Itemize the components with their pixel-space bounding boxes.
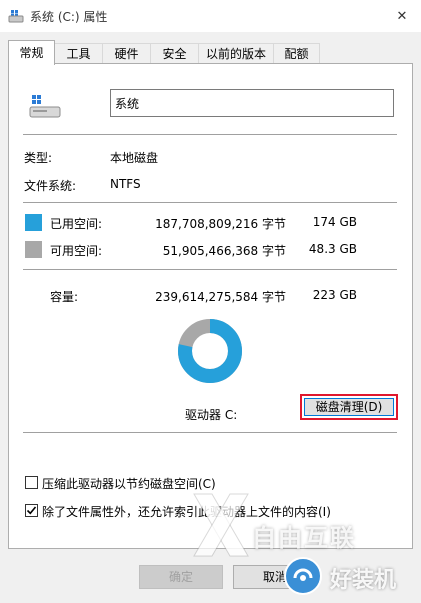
watermark-text: 自由互联 (252, 524, 356, 552)
watermark-text: 好装机 (330, 568, 397, 593)
type-label: 类型: (24, 151, 53, 165)
used-space-label: 已用空间: (50, 217, 103, 231)
index-checkbox[interactable] (25, 504, 38, 517)
drive-name-input[interactable] (110, 89, 394, 117)
free-space-label: 可用空间: (50, 244, 103, 258)
separator (23, 269, 397, 270)
used-space-size: 174 GB (312, 215, 357, 229)
disk-cleanup-button[interactable]: 磁盘清理(D) (304, 398, 394, 416)
watermark-x-logo (193, 493, 249, 557)
general-panel: 类型: 本地磁盘 文件系统: NTFS 已用空间: 187,708,809,21… (8, 63, 413, 549)
free-space-bytes: 51,905,466,368 字节 (162, 244, 286, 258)
tab-general[interactable]: 常规 (8, 40, 55, 65)
filesystem-label: 文件系统: (24, 179, 77, 193)
drive-icon (8, 10, 24, 23)
drive-icon (29, 95, 61, 118)
tab-previous-versions[interactable]: 以前的版本 (198, 43, 274, 64)
checkmark-icon (26, 506, 37, 515)
separator (23, 432, 397, 433)
free-space-swatch (25, 241, 42, 258)
title-bar: 系统 (C:) 属性 ✕ (0, 0, 421, 32)
window-title: 系统 (C:) 属性 (30, 10, 108, 24)
capacity-size: 223 GB (312, 288, 357, 302)
type-value: 本地磁盘 (110, 151, 159, 165)
disk-cleanup-highlight: 磁盘清理(D) (300, 394, 398, 420)
watermark-badge-icon (284, 557, 322, 595)
used-space-bytes: 187,708,809,216 字节 (155, 217, 286, 231)
free-space-size: 48.3 GB (308, 242, 357, 256)
filesystem-value: NTFS (110, 177, 141, 191)
tab-tools[interactable]: 工具 (54, 43, 103, 64)
usage-donut-chart (178, 319, 242, 383)
close-icon: ✕ (396, 8, 408, 24)
capacity-label: 容量: (50, 290, 79, 304)
ok-button[interactable]: 确定 (139, 565, 223, 589)
close-button[interactable]: ✕ (383, 0, 421, 32)
separator (23, 134, 397, 135)
compress-checkbox[interactable] (25, 476, 38, 489)
tab-hardware[interactable]: 硬件 (102, 43, 151, 64)
tab-security[interactable]: 安全 (150, 43, 199, 64)
tab-quota[interactable]: 配额 (273, 43, 320, 64)
drive-label: 驱动器 C: (185, 408, 238, 422)
used-space-swatch (25, 214, 42, 231)
capacity-bytes: 239,614,275,584 字节 (155, 290, 286, 304)
separator (23, 202, 397, 203)
